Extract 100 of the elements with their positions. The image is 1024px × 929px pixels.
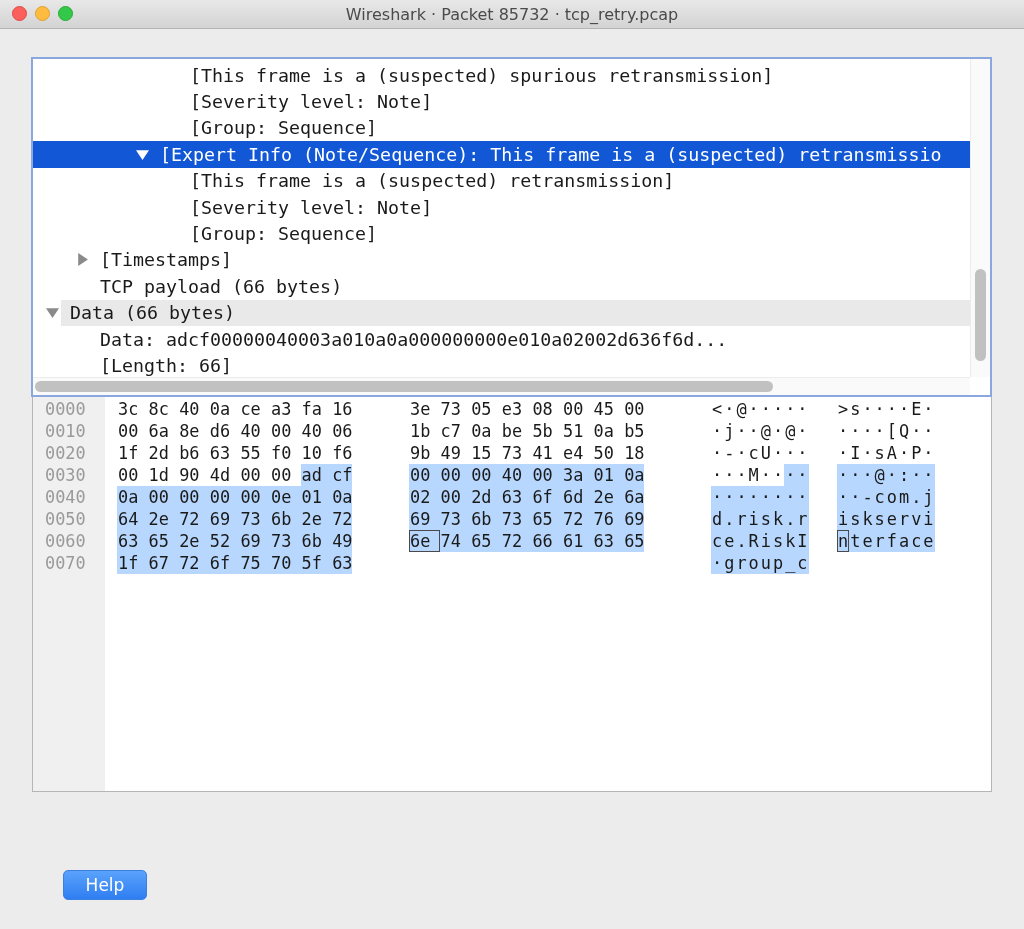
hex-byte[interactable]: 2e [592,486,624,508]
ascii-char[interactable]: _ [784,552,797,574]
hex-byte[interactable]: 73 [239,508,270,530]
ascii-char[interactable]: · [922,442,935,464]
hex-byte[interactable]: 8c [147,398,179,420]
ascii-char[interactable]: · [759,398,772,420]
hex-byte[interactable]: 66 [531,530,562,552]
hex-byte[interactable]: 73 [439,508,471,530]
ascii-char[interactable]: s [873,442,886,464]
ascii-char[interactable]: j [723,420,736,442]
hex-byte[interactable]: 69 [623,508,644,530]
minimize-icon[interactable] [35,6,50,21]
hex-byte[interactable]: 73 [500,442,532,464]
hex-byte[interactable]: 1f [117,552,148,574]
hex-byte[interactable]: ce [239,398,270,420]
ascii-char[interactable]: · [723,398,736,420]
hex-byte[interactable]: 76 [592,508,624,530]
hex-byte[interactable]: 45 [592,398,624,420]
ascii-char[interactable]: c [796,552,809,574]
hex-byte[interactable]: 1f [117,442,148,464]
hex-byte[interactable]: 6e [409,530,440,552]
ascii-char[interactable]: · [711,442,724,464]
ascii-char[interactable]: · [837,486,850,508]
tree-row[interactable]: [Length: 66] [33,352,970,377]
hex-byte[interactable]: 05 [470,398,501,420]
ascii-char[interactable]: · [922,398,935,420]
ascii-char[interactable]: · [861,398,874,420]
hex-byte[interactable]: fa [300,398,332,420]
ascii-char[interactable]: k [861,508,874,530]
hex-byte[interactable]: 02 [409,486,440,508]
hex-byte[interactable]: 00 [561,398,593,420]
ascii-char[interactable]: e [922,530,935,552]
hex-byte[interactable]: 63 [331,552,352,574]
hex-byte[interactable]: 49 [331,530,352,552]
hex-byte[interactable]: cf [331,464,352,486]
hex-byte[interactable]: 2e [300,508,332,530]
ascii-char[interactable]: U [759,442,772,464]
ascii-char[interactable]: - [723,442,736,464]
tree-row[interactable]: TCP payload (66 bytes) [33,273,970,300]
ascii-char[interactable]: · [784,442,797,464]
hex-byte[interactable]: 65 [623,530,644,552]
hex-byte[interactable]: 8e [178,420,209,442]
ascii-char[interactable]: E [910,398,923,420]
hex-byte[interactable]: 40 [500,464,532,486]
hex-byte[interactable]: 01 [300,486,332,508]
ascii-char[interactable]: · [873,398,886,420]
ascii-char[interactable]: · [735,486,748,508]
ascii-char[interactable]: · [837,442,850,464]
zoom-icon[interactable] [58,6,73,21]
hex-byte[interactable]: 1d [147,464,179,486]
ascii-char[interactable]: · [759,464,772,486]
hex-byte[interactable]: f6 [331,442,352,464]
hex-byte[interactable]: 90 [178,464,209,486]
hex-byte[interactable]: 73 [269,530,301,552]
ascii-char[interactable]: M [747,464,760,486]
ascii-char[interactable]: e [723,530,736,552]
hex-byte[interactable]: 4d [208,464,240,486]
ascii-char[interactable]: i [922,508,935,530]
tree-row[interactable]: [Group: Sequence] [33,114,970,142]
hex-byte[interactable]: 3c [117,398,148,420]
ascii-char[interactable]: · [747,398,760,420]
ascii-char[interactable]: . [735,530,748,552]
hex-byte[interactable]: 63 [117,530,148,552]
ascii-char[interactable]: r [735,552,748,574]
hex-byte[interactable]: 0a [470,420,501,442]
hex-byte[interactable]: 6b [300,530,332,552]
hex-byte[interactable]: 2d [147,442,179,464]
hex-byte[interactable]: 75 [239,552,270,574]
ascii-char[interactable]: · [922,464,935,486]
ascii-char[interactable]: c [747,442,760,464]
ascii-char[interactable]: n [837,530,850,552]
ascii-char[interactable]: · [837,464,850,486]
hex-byte[interactable]: 6f [208,552,240,574]
hex-byte[interactable]: 16 [331,398,352,420]
hex-byte[interactable]: 3a [561,464,593,486]
hex-byte[interactable]: 72 [500,530,532,552]
ascii-char[interactable]: · [897,442,911,464]
hex-byte[interactable]: 10 [300,442,332,464]
ascii-char[interactable]: · [723,464,736,486]
hex-byte[interactable]: 72 [561,508,593,530]
hex-byte[interactable]: 00 [531,464,562,486]
hex-byte[interactable]: 00 [470,464,501,486]
ascii-char[interactable]: g [723,552,736,574]
hex-byte[interactable]: f0 [269,442,301,464]
ascii-char[interactable]: · [861,442,874,464]
hex-byte[interactable]: 69 [409,508,440,530]
hex-byte[interactable]: 06 [331,420,352,442]
hex-byte[interactable]: 63 [500,486,532,508]
hex-byte[interactable]: 49 [439,442,471,464]
hex-byte[interactable]: 72 [331,508,352,530]
ascii-char[interactable]: · [861,464,874,486]
ascii-char[interactable]: r [796,508,809,530]
hex-byte[interactable]: b5 [623,420,644,442]
hex-byte[interactable]: 00 [178,486,209,508]
hex-byte[interactable]: e4 [561,442,593,464]
hex-byte[interactable]: 00 [239,464,270,486]
tree-row[interactable]: [Timestamps] [33,246,970,274]
ascii-char[interactable]: · [897,398,911,420]
ascii-char[interactable]: · [735,420,748,442]
ascii-char[interactable]: · [796,486,809,508]
